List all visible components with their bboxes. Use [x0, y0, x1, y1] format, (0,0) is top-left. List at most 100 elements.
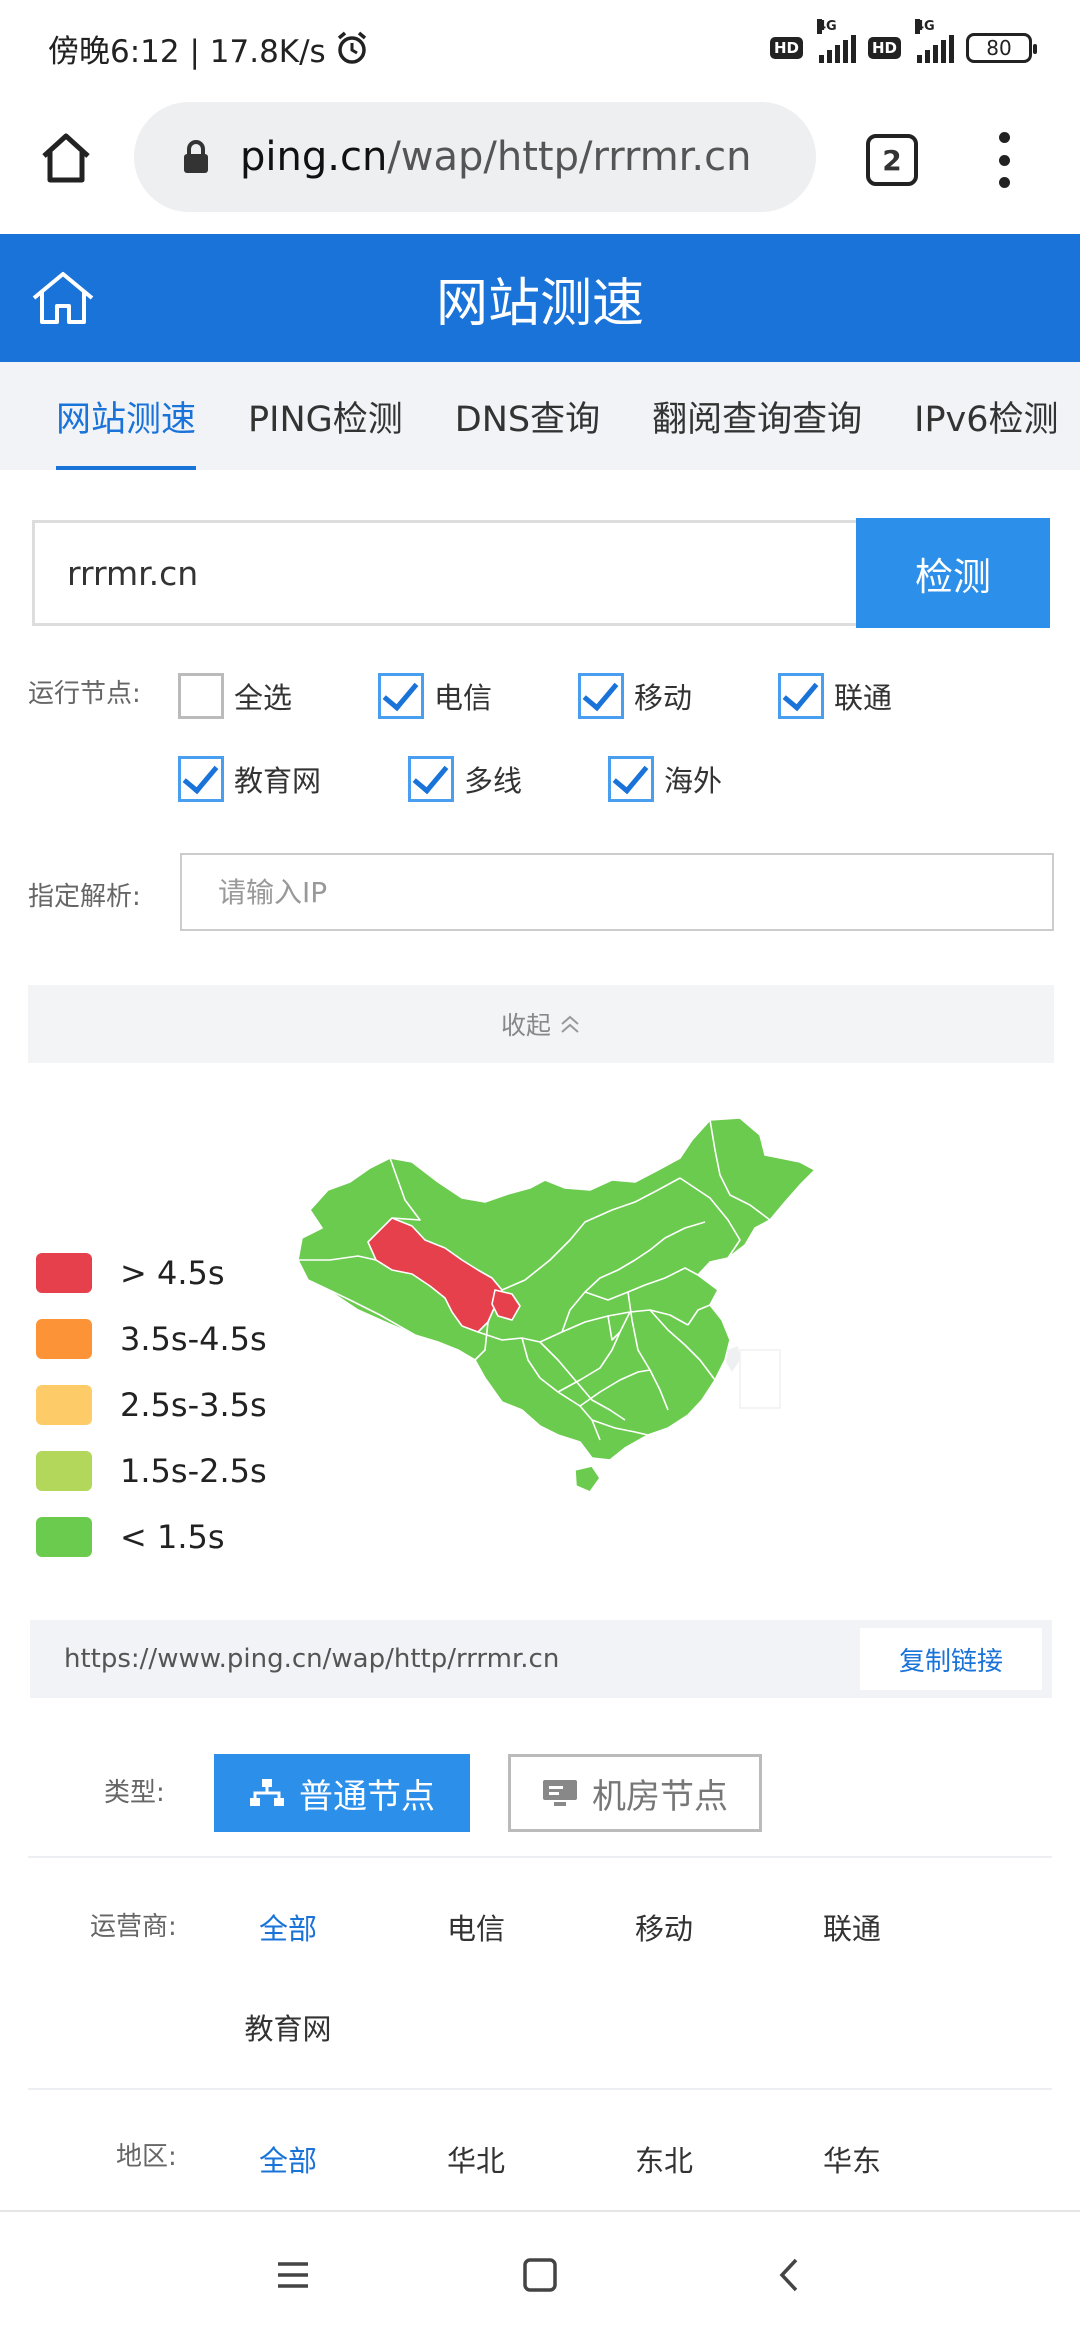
speed-legend: > 4.5s 3.5s-4.5s 2.5s-3.5s 1.5s-2.5s < 1…: [36, 1240, 267, 1570]
region-option-all[interactable]: 全部: [213, 2138, 363, 2180]
page-title: 网站测速: [435, 273, 644, 334]
tab-ping[interactable]: PING检测: [248, 362, 403, 470]
checkbox-box: [408, 756, 454, 802]
share-link-bar: https://www.ping.cn/wap/http/rrrmr.cn 复制…: [30, 1620, 1052, 1698]
legend-swatch: [36, 1385, 92, 1425]
checkbox-label: 全选: [234, 681, 293, 715]
checkbox-label: 多线: [464, 764, 523, 798]
legend-item: < 1.5s: [36, 1504, 267, 1570]
checkbox-select-all[interactable]: 全选: [178, 673, 292, 719]
region-option-north[interactable]: 华北: [401, 2138, 551, 2180]
legend-item: 1.5s-2.5s: [36, 1438, 267, 1504]
status-left: 傍晚6:12 | 17.8K/s: [48, 26, 370, 71]
checkbox-telecom[interactable]: 电信: [378, 673, 492, 719]
datacenter-node-button[interactable]: 机房节点: [508, 1754, 762, 1832]
resolve-label: 指定解析:: [28, 882, 141, 912]
isp-option-education[interactable]: 教育网: [213, 2006, 363, 2048]
checkbox-mobile[interactable]: 移动: [578, 673, 692, 719]
home-square-icon[interactable]: [515, 2250, 565, 2300]
checkbox-box: [178, 673, 224, 719]
region-label: 地区:: [116, 2142, 177, 2172]
nodes-label: 运行节点:: [28, 679, 141, 709]
status-time-speed: 傍晚6:12 | 17.8K/s: [48, 33, 326, 70]
map-region-hainan: [574, 1465, 601, 1493]
url-host: ping.cn: [240, 134, 388, 180]
china-speed-map[interactable]: [240, 1110, 840, 1570]
tab-query[interactable]: 翻阅查询查询: [652, 362, 862, 470]
tab-switcher-button[interactable]: 2: [866, 134, 918, 186]
normal-node-label: 普通节点: [299, 1776, 435, 1817]
checkbox-label: 电信: [434, 681, 493, 715]
tab-count: 2: [882, 143, 902, 177]
browser-toolbar: ping.cn/wap/http/rrrmr.cn 2: [0, 96, 1080, 234]
legend-item: 3.5s-4.5s: [36, 1306, 267, 1372]
checkbox-box: [378, 673, 424, 719]
more-menu-icon[interactable]: [996, 132, 1012, 188]
signal-icon: 4G: [913, 19, 954, 63]
checkbox-box: [778, 673, 824, 719]
legend-item: 2.5s-3.5s: [36, 1372, 267, 1438]
server-icon: [543, 1780, 577, 1806]
region-option-northeast[interactable]: 东北: [589, 2138, 739, 2180]
region-option-east[interactable]: 华东: [777, 2138, 927, 2180]
tab-website-speed[interactable]: 网站测速: [56, 362, 197, 470]
back-chevron-icon[interactable]: [766, 2250, 816, 2300]
legend-swatch: [36, 1517, 92, 1557]
type-label: 类型:: [104, 1778, 165, 1808]
address-bar[interactable]: ping.cn/wap/http/rrrmr.cn: [134, 102, 816, 212]
legend-label: > 4.5s: [120, 1254, 225, 1292]
isp-option-telecom[interactable]: 电信: [401, 1906, 551, 1948]
legend-swatch: [36, 1319, 92, 1359]
divider: [28, 1856, 1052, 1858]
map-region-mainland: [297, 1117, 816, 1461]
checkbox-box: [578, 673, 624, 719]
recents-menu-icon[interactable]: [268, 2250, 318, 2300]
legend-item: > 4.5s: [36, 1240, 267, 1306]
share-url: https://www.ping.cn/wap/http/rrrmr.cn: [64, 1644, 560, 1674]
lock-icon: [184, 140, 208, 173]
site-header: 网站测速: [0, 234, 1080, 362]
legend-swatch: [36, 1451, 92, 1491]
battery-level: 80: [986, 36, 1012, 60]
checkbox-label: 移动: [634, 681, 693, 715]
divider: [28, 2088, 1052, 2090]
network-type-label: 4G: [816, 19, 837, 34]
isp-option-unicom[interactable]: 联通: [777, 1906, 927, 1948]
checkbox-label: 联通: [834, 681, 893, 715]
isp-option-mobile[interactable]: 移动: [589, 1906, 739, 1948]
detect-button[interactable]: 检测: [856, 518, 1050, 628]
checkbox-overseas[interactable]: 海外: [608, 756, 722, 802]
isp-option-all[interactable]: 全部: [213, 1906, 363, 1948]
copy-link-button[interactable]: 复制链接: [860, 1628, 1042, 1690]
checkbox-education[interactable]: 教育网: [178, 756, 321, 802]
map-taiwan-outline: [726, 1346, 781, 1409]
url-path: /wap/http/rrrmr.cn: [387, 134, 752, 180]
checkbox-label: 教育网: [234, 764, 322, 798]
checkbox-box: [608, 756, 654, 802]
network-icon: [250, 1779, 284, 1806]
browser-home-icon[interactable]: [36, 128, 96, 188]
battery-icon: 80: [966, 33, 1037, 63]
hd-badge: HD: [867, 37, 901, 59]
status-bar: 傍晚6:12 | 17.8K/s HD 4G HD 4G 80: [0, 0, 1080, 96]
domain-input[interactable]: [32, 520, 858, 626]
checkbox-box: [178, 756, 224, 802]
tab-ipv6[interactable]: IPv6检测: [914, 362, 1058, 470]
collapse-button[interactable]: 收起: [28, 985, 1054, 1063]
legend-label: < 1.5s: [120, 1518, 225, 1556]
ip-input[interactable]: [180, 853, 1054, 931]
normal-node-button[interactable]: 普通节点: [214, 1754, 470, 1832]
collapse-label: 收起: [500, 1011, 551, 1040]
tab-dns[interactable]: DNS查询: [455, 362, 600, 470]
site-home-icon[interactable]: [30, 268, 96, 328]
network-type-label: 4G: [915, 19, 935, 34]
alarm-icon: [337, 31, 366, 64]
checkbox-multiline[interactable]: 多线: [408, 756, 522, 802]
status-right: HD 4G HD 4G 80: [769, 19, 1037, 63]
datacenter-node-label: 机房节点: [592, 1776, 728, 1817]
checkbox-unicom[interactable]: 联通: [778, 673, 892, 719]
tool-tabs: 网站测速 PING检测 DNS查询 翻阅查询查询 IPv6检测: [0, 362, 1080, 470]
url-text: ping.cn/wap/http/rrrmr.cn: [240, 134, 752, 180]
chevron-up-icon: [561, 1015, 579, 1033]
signal-icon: 4G: [815, 19, 856, 63]
